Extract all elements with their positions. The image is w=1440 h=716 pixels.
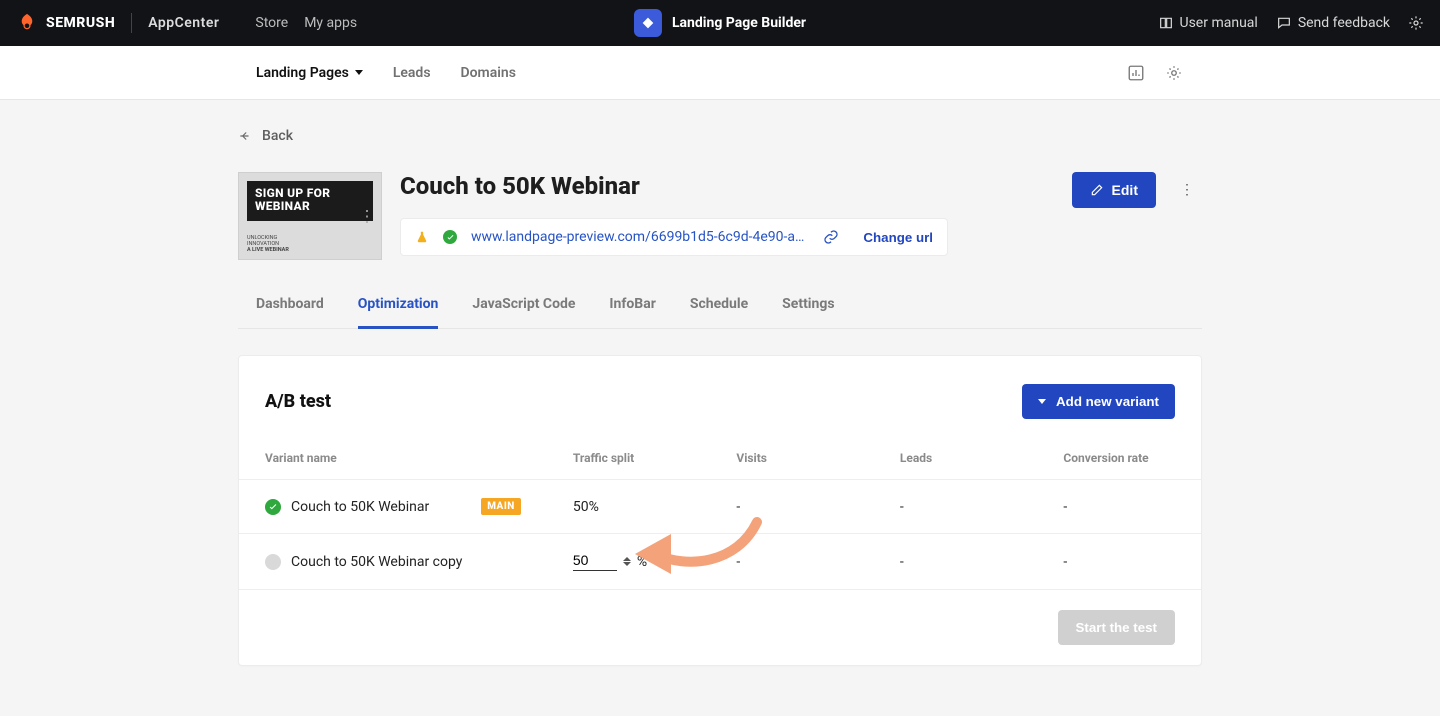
url-card: www.landpage-preview.com/6699b1d5-6c9d-4… [400, 218, 948, 256]
tab-infobar[interactable]: InfoBar [609, 296, 655, 329]
chevron-down-icon [1038, 399, 1046, 404]
send-feedback-label: Send feedback [1298, 15, 1390, 31]
settings-icon-button[interactable] [1164, 63, 1184, 83]
percent-sign: % [637, 554, 647, 570]
traffic-split-cell: % [547, 534, 711, 590]
thumbnail-preview: SIGN UP FOR WEBINAR [247, 181, 373, 221]
back-label: Back [262, 128, 293, 144]
subnav-landing-pages-label: Landing Pages [256, 65, 349, 81]
status-check-icon [443, 230, 457, 244]
page-content: Back SIGN UP FOR WEBINAR UNLOCKING INNOV… [238, 100, 1202, 706]
thumbnail-more-icon[interactable]: ⋮ [359, 207, 375, 226]
header-more-menu[interactable]: ⋮ [1172, 174, 1202, 206]
subnav-leads[interactable]: Leads [393, 65, 431, 81]
tab-optimization[interactable]: Optimization [358, 296, 439, 329]
page-url[interactable]: www.landpage-preview.com/6699b1d5-6c9d-4… [471, 229, 809, 245]
brand-sub: AppCenter [148, 15, 219, 31]
brand-separator [131, 13, 132, 33]
top-right: User manual Send feedback [1158, 15, 1425, 31]
sub-bar: Landing Pages Leads Domains [0, 46, 1440, 100]
link-icon[interactable] [823, 229, 839, 245]
user-manual-link[interactable]: User manual [1158, 15, 1258, 31]
variants-table: Variant name Traffic split Visits Leads … [239, 437, 1201, 590]
leads-cell: - [874, 534, 1038, 590]
stepper-up-icon [623, 557, 631, 561]
gear-icon [1165, 64, 1183, 82]
variant-name-cell: Couch to 50K Webinar [265, 499, 429, 515]
thumb-subtext: UNLOCKING INNOVATION A LIVE WEBINAR [247, 235, 373, 253]
brand-main: SEMRUSH [46, 15, 115, 31]
table-row: Couch to 50K Webinar MAIN 50% - - - [239, 480, 1201, 534]
thumb-line1: SIGN UP FOR [255, 187, 365, 200]
traffic-split-input[interactable] [573, 552, 617, 571]
subbar-right-icons [1126, 63, 1184, 83]
subnav-domains[interactable]: Domains [461, 65, 516, 81]
col-traffic-split: Traffic split [547, 437, 711, 480]
arrow-left-icon [238, 129, 252, 143]
brand[interactable]: SEMRUSH AppCenter [16, 12, 219, 34]
thumb-line2: WEBINAR [255, 200, 365, 213]
panel-header: A/B test Add new variant [239, 356, 1201, 437]
pencil-icon [1090, 183, 1104, 197]
header-actions: Edit ⋮ [1072, 172, 1202, 208]
page-title: Couch to 50K Webinar [400, 172, 640, 200]
change-url-button[interactable]: Change url [863, 230, 933, 245]
panel-title: A/B test [265, 391, 331, 412]
edit-button[interactable]: Edit [1072, 172, 1156, 208]
stepper-down-icon [623, 562, 631, 566]
variant-name-cell: Couch to 50K Webinar copy [265, 554, 521, 570]
edit-button-label: Edit [1112, 182, 1138, 198]
conversion-cell: - [1037, 480, 1201, 534]
chevron-down-icon [355, 70, 363, 75]
user-manual-label: User manual [1180, 15, 1258, 31]
start-test-button[interactable]: Start the test [1058, 610, 1175, 645]
leads-cell: - [874, 480, 1038, 534]
app-title: Landing Page Builder [672, 15, 806, 31]
table-row: Couch to 50K Webinar copy % [239, 534, 1201, 590]
traffic-split-cell: 50% [547, 480, 711, 534]
top-center-app[interactable]: Landing Page Builder [634, 9, 806, 37]
tab-dashboard[interactable]: Dashboard [238, 296, 324, 329]
col-visits: Visits [710, 437, 874, 480]
add-variant-label: Add new variant [1056, 394, 1159, 409]
nav-store[interactable]: Store [255, 15, 288, 31]
panel-footer: Start the test [239, 590, 1201, 665]
main-badge: MAIN [481, 498, 521, 515]
header-main: Couch to 50K Webinar Edit ⋮ www.landpage… [400, 172, 1202, 256]
tab-javascript-code[interactable]: JavaScript Code [472, 296, 575, 329]
variant-name-label: Couch to 50K Webinar copy [291, 554, 462, 570]
variant-name-label: Couch to 50K Webinar [291, 499, 429, 515]
page-thumbnail[interactable]: SIGN UP FOR WEBINAR UNLOCKING INNOVATION… [238, 172, 382, 260]
visits-cell: - [710, 534, 874, 590]
bar-chart-icon [1127, 64, 1145, 82]
tab-schedule[interactable]: Schedule [690, 296, 748, 329]
col-conversion: Conversion rate [1037, 437, 1201, 480]
col-variant-name: Variant name [239, 437, 547, 480]
flask-icon [415, 230, 429, 244]
app-logo-icon [634, 9, 662, 37]
conversion-cell: - [1037, 534, 1201, 590]
nav-my-apps[interactable]: My apps [304, 15, 357, 31]
status-on-icon [265, 499, 281, 515]
chat-icon [1276, 15, 1292, 31]
split-stepper[interactable] [623, 557, 631, 566]
col-leads: Leads [874, 437, 1038, 480]
subnav-landing-pages[interactable]: Landing Pages [256, 65, 363, 81]
book-icon [1158, 15, 1174, 31]
status-off-icon [265, 554, 281, 570]
settings-gear[interactable] [1408, 15, 1424, 31]
send-feedback-link[interactable]: Send feedback [1276, 15, 1390, 31]
tab-settings[interactable]: Settings [782, 296, 834, 329]
page-header: SIGN UP FOR WEBINAR UNLOCKING INNOVATION… [238, 172, 1202, 260]
ab-test-panel: A/B test Add new variant Variant name Tr… [238, 355, 1202, 666]
back-link[interactable]: Back [238, 128, 293, 144]
top-bar: SEMRUSH AppCenter Store My apps Landing … [0, 0, 1440, 46]
gear-icon [1408, 15, 1424, 31]
tabs: Dashboard Optimization JavaScript Code I… [238, 296, 1202, 329]
add-variant-button[interactable]: Add new variant [1022, 384, 1175, 419]
visits-cell: - [710, 480, 874, 534]
stats-icon-button[interactable] [1126, 63, 1146, 83]
semrush-logo-icon [16, 12, 38, 34]
